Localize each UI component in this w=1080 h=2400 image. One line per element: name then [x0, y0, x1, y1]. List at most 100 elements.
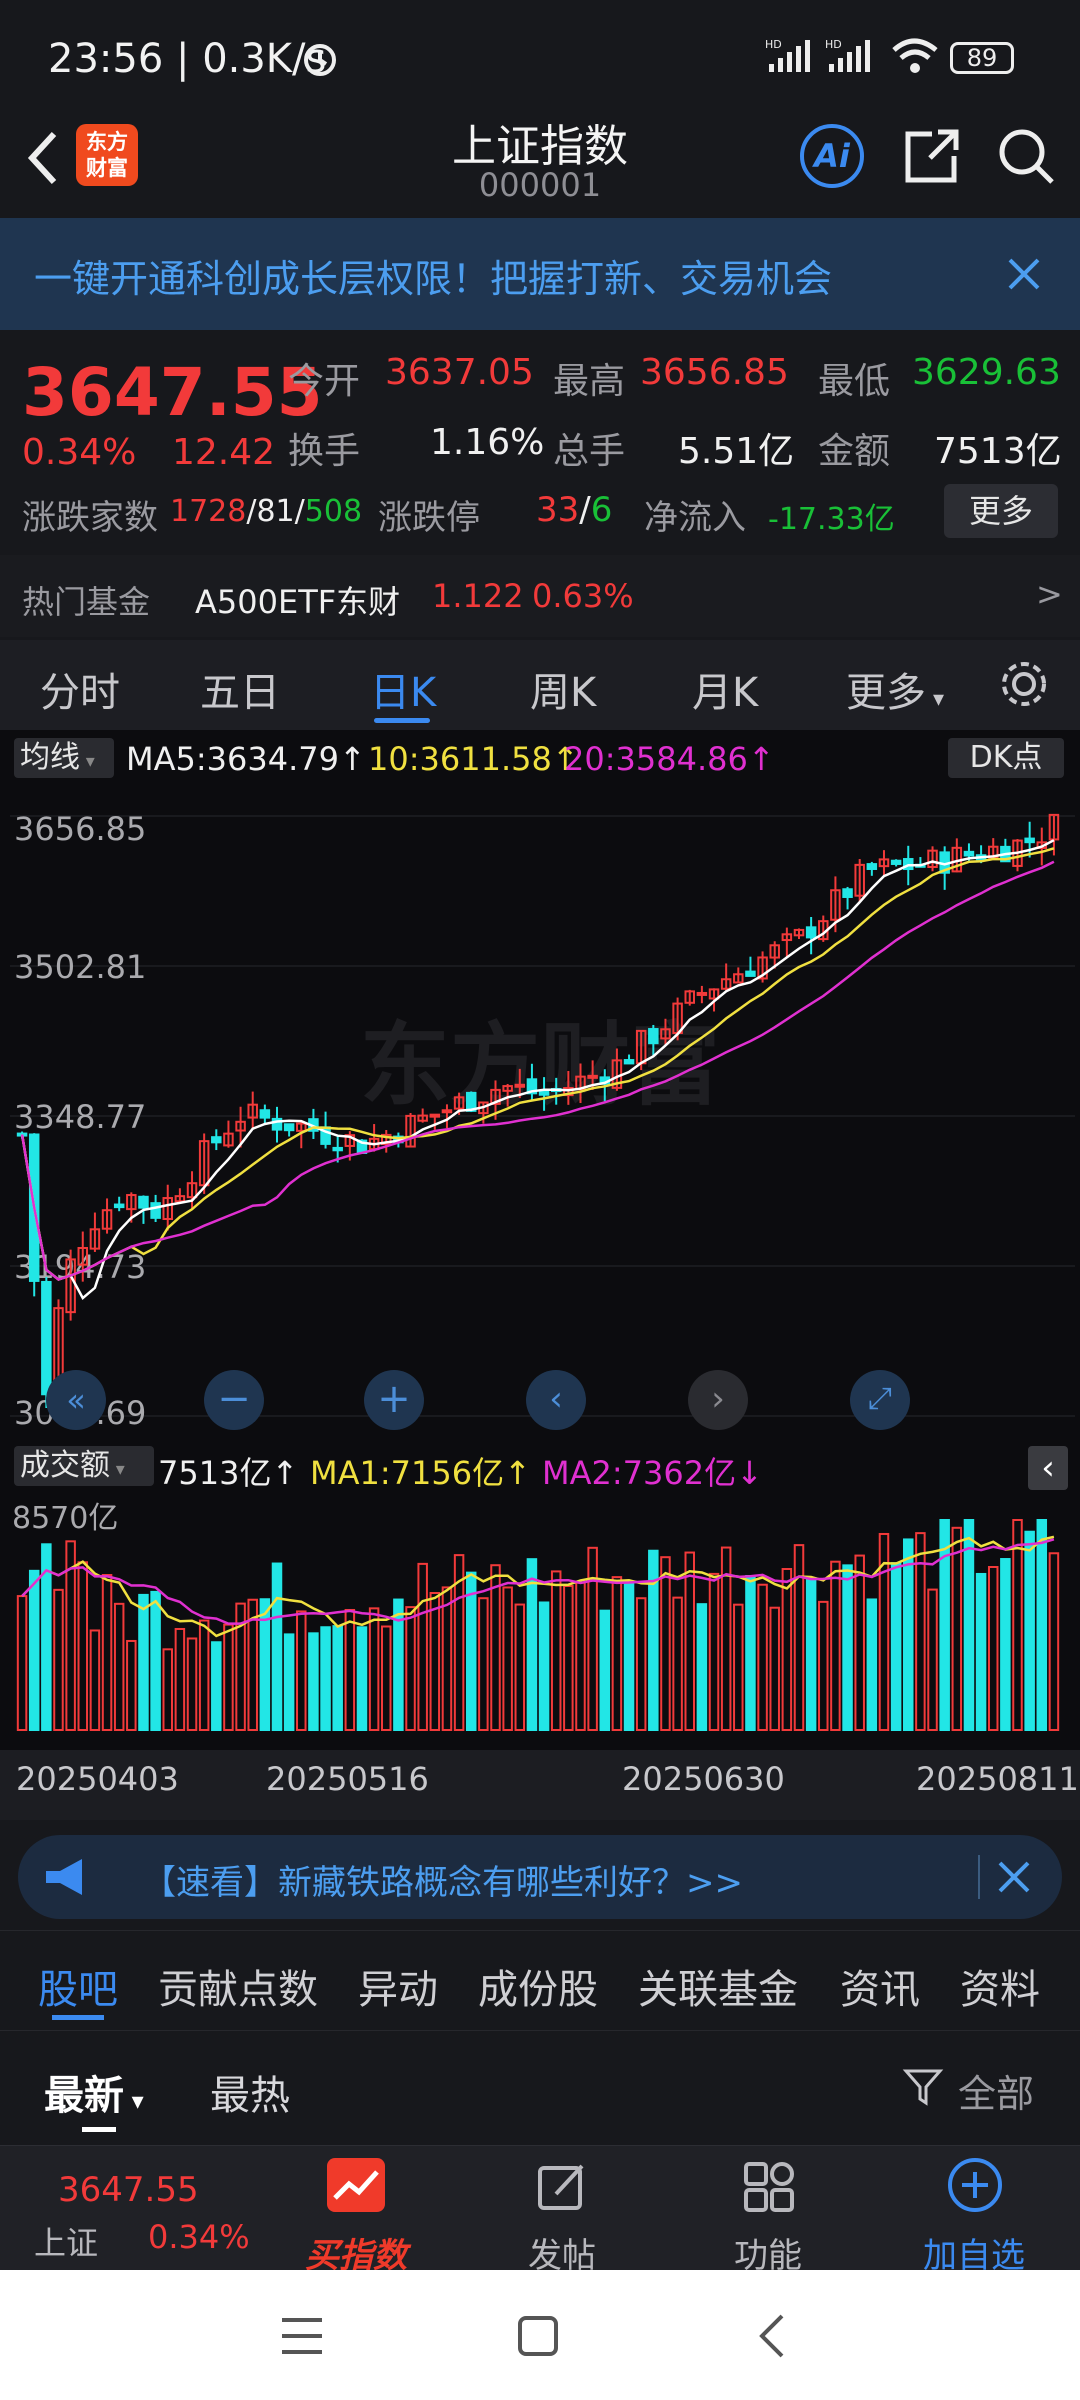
promo-banner[interactable]: 一键开通科创成长层权限！把握打新、交易机会	[0, 218, 1080, 330]
dk-point-button[interactable]: DK点	[948, 738, 1064, 778]
date-label: 20250630	[622, 1760, 785, 1798]
tab-guba[interactable]: 股吧	[38, 1957, 118, 2015]
tab-related-funds[interactable]: 关联基金	[638, 1957, 798, 2015]
candle-body	[259, 1109, 271, 1119]
zoom-out-icon[interactable]: −	[204, 1370, 264, 1430]
search-icon[interactable]	[996, 126, 1056, 186]
inflow-label: 净流入	[644, 498, 746, 538]
tab-weekly-k[interactable]: 周K	[530, 660, 596, 718]
filter-all[interactable]: 全部	[958, 2063, 1034, 2118]
tab-news[interactable]: 资讯	[840, 1957, 920, 2015]
candle-body	[429, 1113, 441, 1118]
edit-icon	[538, 2164, 584, 2210]
hot-fund-pct: 0.63%	[532, 577, 634, 615]
tab-profile[interactable]: 资料	[960, 1957, 1040, 2015]
settings-gear-icon[interactable]	[996, 656, 1052, 712]
index-quote-item[interactable]: 3647.55 上证 0.34%	[26, 2146, 250, 2271]
wifi-icon	[892, 38, 938, 73]
candle-body	[696, 991, 708, 996]
volume-bar	[830, 1560, 841, 1732]
volume-bar	[186, 1637, 198, 1731]
candle-body	[138, 1195, 149, 1209]
volume-bar	[89, 1629, 101, 1731]
volume-bar	[211, 1641, 222, 1731]
volume-bar	[28, 1569, 40, 1732]
limit-counts: 33/6	[536, 490, 613, 530]
tab-intraday[interactable]: 分时	[40, 660, 120, 718]
ma5-legend: MA5:3634.79↑	[126, 740, 366, 778]
ma-indicator-select[interactable]: 均线 ▾	[14, 738, 114, 778]
post-button[interactable]: 发帖	[462, 2146, 662, 2276]
volume-bar	[890, 1562, 902, 1731]
turnover-label: 换手	[288, 431, 361, 472]
collapse-panel-icon[interactable]: ‹	[1028, 1446, 1068, 1490]
tab-abnormal[interactable]: 异动	[358, 1957, 438, 2015]
sort-latest[interactable]: 最新 ▾	[44, 2063, 144, 2121]
adv-label: 涨跌家数	[22, 498, 158, 538]
close-news-icon[interactable]	[996, 1859, 1032, 1895]
status-bar: 23:56 | 0.3K/s HD HD 89	[0, 0, 1080, 110]
ai-button[interactable]: Ai	[800, 124, 864, 188]
volume-bar	[575, 1581, 586, 1732]
volume-bar	[174, 1627, 186, 1731]
menu-icon[interactable]	[280, 2316, 324, 2356]
sort-hottest[interactable]: 最热	[210, 2063, 290, 2121]
scroll-right-icon[interactable]: ›	[688, 1370, 748, 1430]
add-watchlist-button[interactable]: 加自选	[874, 2146, 1074, 2276]
rewind-icon[interactable]: «	[46, 1370, 106, 1430]
volume-bar	[344, 1608, 356, 1731]
kline-chart-area[interactable]: 均线 ▾ MA5:3634.79↑ 10:3611.58↑ 20:3584.86…	[0, 730, 1080, 1820]
volume-bar	[769, 1606, 780, 1731]
home-icon[interactable]	[516, 2314, 560, 2358]
volume-bar	[903, 1538, 914, 1731]
tab-daily-k[interactable]: 日K	[370, 660, 436, 718]
volume-bar	[672, 1596, 683, 1731]
volume-bar	[138, 1593, 149, 1731]
volume-bar	[733, 1603, 744, 1731]
volume-indicator-select[interactable]: 成交额 ▾	[14, 1446, 154, 1486]
volume-bar	[987, 1566, 999, 1732]
date-axis: 20250403 20250516 20250630 20250811	[0, 1750, 1080, 1820]
candle-body	[866, 863, 878, 870]
volume-bar	[684, 1551, 695, 1731]
volume-value: 5.51亿	[678, 431, 795, 472]
candle-body	[587, 1074, 598, 1079]
close-icon[interactable]	[1006, 256, 1042, 292]
scroll-left-icon[interactable]: ‹	[526, 1370, 586, 1430]
tab-more[interactable]: 更多 ▾	[846, 660, 944, 718]
volume-bar	[101, 1574, 113, 1731]
more-button[interactable]: 更多	[944, 484, 1058, 538]
volume-bar	[842, 1564, 853, 1731]
active-tab-indicator	[52, 2015, 104, 2020]
hot-fund-row[interactable]: 热门基金 A500ETF东财 1.122 0.63% >	[0, 555, 1080, 637]
volume-bar	[441, 1586, 453, 1731]
buy-index-button[interactable]: 买指数	[256, 2146, 456, 2276]
news-ticker[interactable]: 【速看】新藏铁路概念有哪些利好？>>	[18, 1835, 1062, 1919]
tab-constituents[interactable]: 成份股	[478, 1957, 598, 2015]
volume-bar	[478, 1597, 489, 1731]
divider	[978, 1855, 980, 1899]
candle-body	[41, 1280, 52, 1396]
toolbar-index-price: 3647.55	[58, 2170, 199, 2210]
price-tick-label: 3656.85	[14, 810, 146, 848]
filter-icon[interactable]	[902, 2065, 944, 2109]
zoom-in-icon[interactable]: +	[364, 1370, 424, 1430]
functions-button[interactable]: 功能	[668, 2146, 868, 2276]
change-pct: 0.34%	[22, 432, 137, 473]
volume-bar	[53, 1588, 64, 1732]
candle-body	[648, 1028, 659, 1045]
system-nav-bar	[0, 2270, 1080, 2400]
fullscreen-icon[interactable]: ⤢	[850, 1370, 910, 1430]
tab-five-day[interactable]: 五日	[200, 660, 280, 718]
hot-fund-price: 1.122	[432, 577, 524, 615]
volume-bar	[271, 1562, 283, 1732]
tab-contribution[interactable]: 贡献点数	[158, 1957, 318, 2015]
volume-bar	[1000, 1558, 1011, 1732]
system-back-icon[interactable]	[752, 2312, 792, 2360]
tab-monthly-k[interactable]: 月K	[692, 660, 758, 718]
volume-bar	[939, 1519, 950, 1731]
volume-ma2-legend: MA2:7362亿↓	[542, 1454, 763, 1492]
volume-bar	[1012, 1519, 1023, 1731]
share-icon[interactable]	[902, 126, 962, 186]
date-label: 20250403	[16, 1760, 179, 1798]
